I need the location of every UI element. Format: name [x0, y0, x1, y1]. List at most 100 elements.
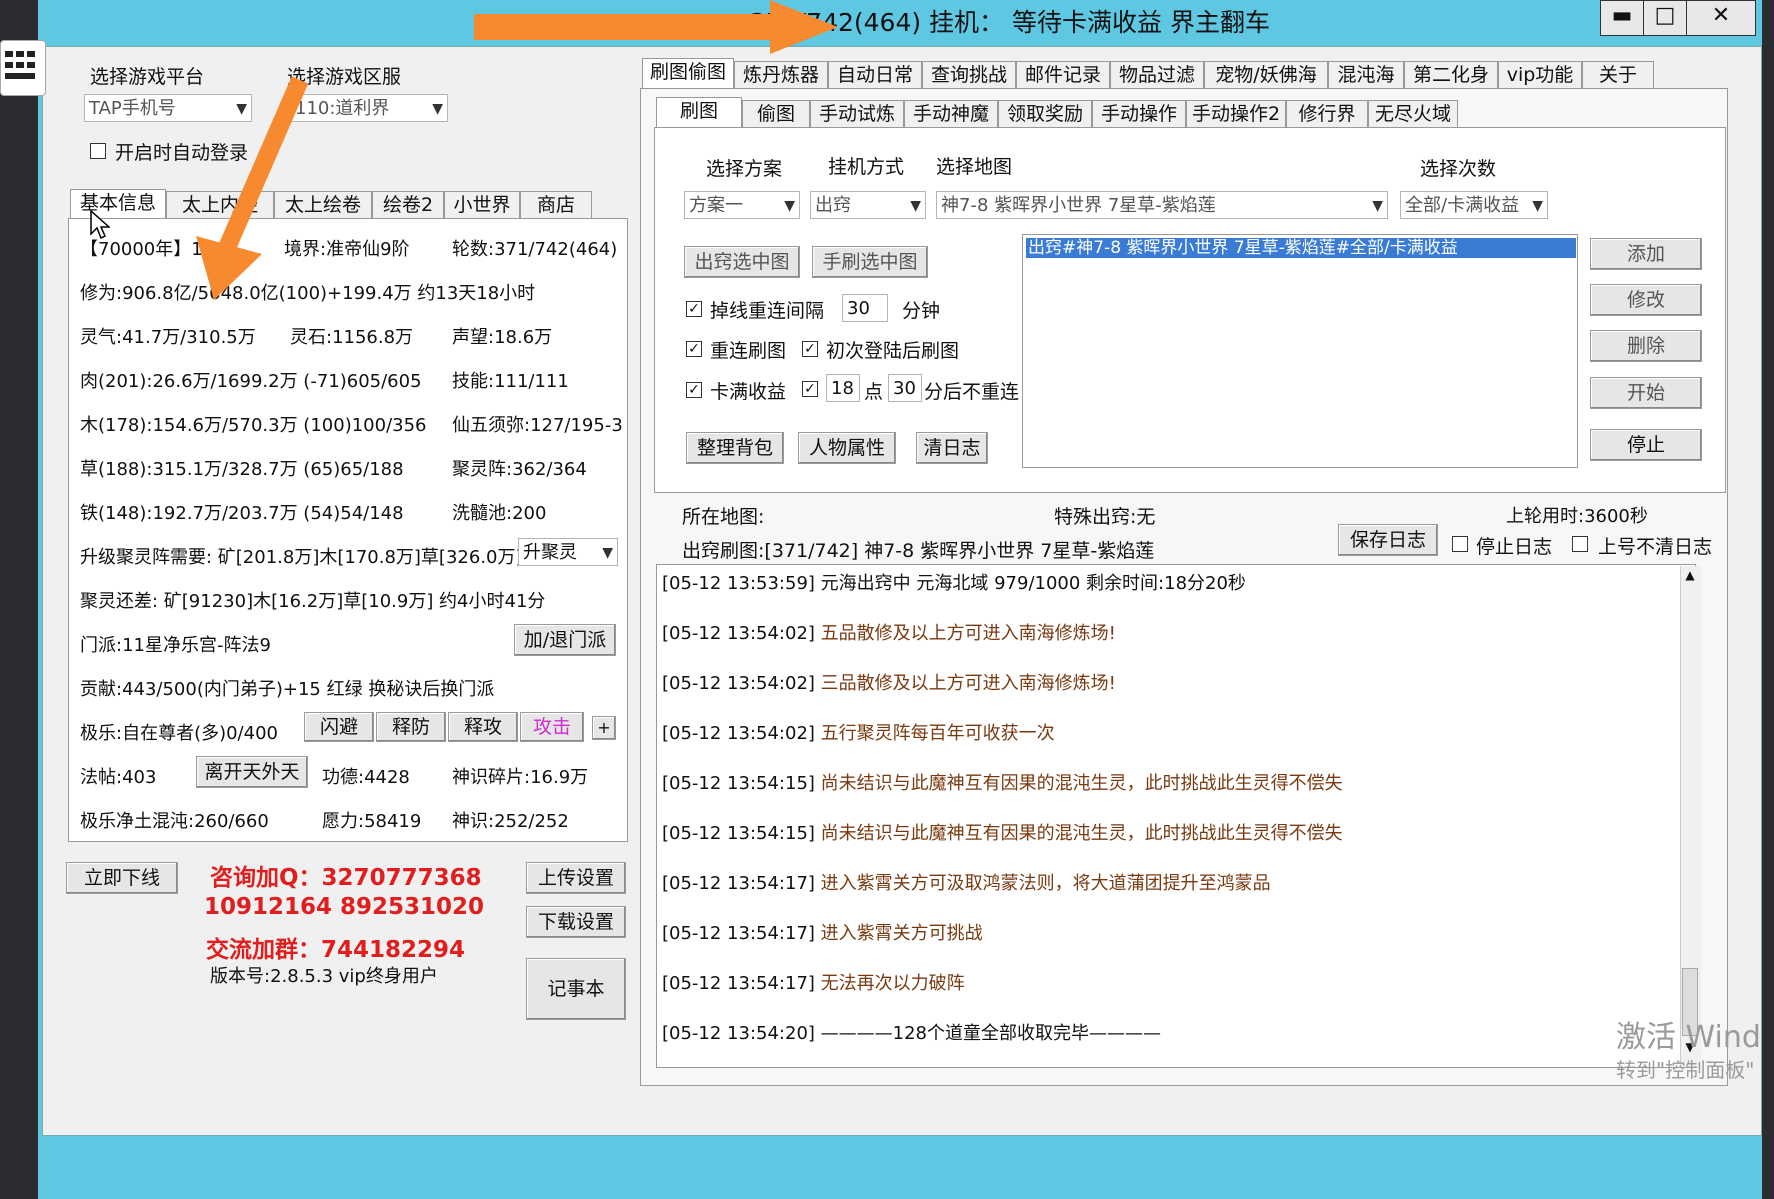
server-select[interactable]: 110:道利界 ▼	[290, 94, 448, 122]
plan-list-item[interactable]: 出窍#神7-8 紫晖界小世界 7星草-紫焰莲#全部/卡满收益	[1026, 238, 1576, 258]
download-settings-button[interactable]: 下载设置	[526, 906, 626, 938]
start-button[interactable]: 开始	[1590, 377, 1702, 409]
go-selected-map-button[interactable]: 出窍选中图	[684, 246, 800, 278]
subtab-manual-op[interactable]: 手动操作	[1092, 100, 1186, 128]
tab-refresh-steal[interactable]: 刷图偷图	[642, 58, 734, 89]
mode-select[interactable]: 出窍 ▼	[810, 191, 926, 219]
modify-button[interactable]: 修改	[1590, 284, 1702, 316]
tab-vip[interactable]: vip功能	[1498, 61, 1582, 89]
tab-huijuan-2[interactable]: 绘卷2	[372, 191, 444, 219]
tab-basic-info[interactable]: 基本信息	[70, 189, 166, 220]
keyboard-icon[interactable]	[0, 40, 46, 96]
tab-chaos-sea[interactable]: 混沌海	[1328, 61, 1404, 89]
map-select-value: 神7-8 紫晖界小世界 7星草-紫焰莲	[941, 195, 1216, 216]
plan-label: 选择方案	[706, 158, 783, 180]
last-round-label: 上轮用时:3600秒	[1506, 506, 1648, 527]
count-label: 选择次数	[1420, 158, 1497, 180]
minimize-button[interactable]: ▬	[1600, 0, 1644, 36]
leave-tianwaitian-button[interactable]: 离开天外天	[196, 756, 308, 788]
tab-query-challenge[interactable]: 查询挑战	[922, 61, 1016, 89]
log-row: [05-12 13:54:17] 进入紫霄关方可汲取鸿蒙法则，将大道蒲团提升至鸿…	[662, 869, 1271, 895]
tab-shop[interactable]: 商店	[520, 191, 592, 219]
tab-mail-record[interactable]: 邮件记录	[1016, 61, 1110, 89]
subtab-manual-op2[interactable]: 手动操作2	[1186, 100, 1286, 128]
plan-select[interactable]: 方案一 ▼	[684, 191, 800, 219]
skill-text: 技能:111/111	[452, 371, 569, 392]
count-select[interactable]: 全部/卡满收益 ▼	[1400, 191, 1548, 219]
subtab-refresh[interactable]: 刷图	[656, 97, 742, 128]
reconnect-minutes-input[interactable]: 30	[842, 294, 888, 322]
manual-selected-map-button[interactable]: 手刷选中图	[812, 246, 928, 278]
save-log-button[interactable]: 保存日志	[1338, 524, 1438, 556]
subtab-xiuxing[interactable]: 修行界	[1286, 100, 1368, 128]
maximize-button[interactable]: □	[1643, 0, 1687, 36]
sect-button[interactable]: 加/退门派	[514, 624, 616, 656]
map-select[interactable]: 神7-8 紫晖界小世界 7星草-紫焰莲 ▼	[936, 191, 1388, 219]
mouse-cursor-icon	[90, 210, 110, 240]
tab-pet[interactable]: 宠物/妖佛海	[1204, 61, 1328, 89]
lingqi-text: 灵气:41.7万/310.5万	[80, 327, 256, 348]
log-row: [05-12 13:54:02] 五行聚灵阵每百年可收获一次	[662, 719, 1055, 745]
sort-bag-button[interactable]: 整理背包	[686, 432, 784, 464]
subtab-manual-demon[interactable]: 手动神魔	[904, 100, 998, 128]
release-defense-button[interactable]: 释防	[376, 712, 446, 742]
iron-text: 铁(148):192.7万/203.7万 (54)54/148	[80, 503, 404, 524]
tab-auto-daily[interactable]: 自动日常	[828, 61, 922, 89]
sect-text: 门派:11星净乐宫-阵法9	[80, 635, 271, 656]
stop-button[interactable]: 停止	[1590, 429, 1702, 461]
reconnect-refresh-label: 重连刷图	[710, 340, 787, 362]
xisuichi-text: 洗髓池:200	[452, 503, 547, 524]
platform-select-value: TAP手机号	[89, 98, 176, 119]
tab-small-world[interactable]: 小世界	[444, 191, 520, 219]
chevron-down-icon: ▼	[1372, 198, 1383, 214]
attack-button[interactable]: 攻击	[520, 712, 584, 742]
log-row: [05-12 13:54:15] 尚未结识与此魔神互有因果的混沌生灵，此时挑战此…	[662, 819, 1343, 845]
dodge-button[interactable]: 闪避	[304, 712, 374, 742]
char-attr-button[interactable]: 人物属性	[798, 432, 896, 464]
subtab-steal[interactable]: 偷图	[742, 100, 810, 128]
auto-login-checkbox[interactable]	[90, 143, 106, 159]
shenshi-text: 神识:252/252	[452, 811, 569, 832]
platform-select[interactable]: TAP手机号 ▼	[84, 94, 252, 122]
mode-select-value: 出窍	[815, 195, 851, 216]
subtab-endless-fire[interactable]: 无尽火域	[1368, 100, 1458, 128]
plan-list[interactable]	[1022, 234, 1578, 468]
add-button[interactable]: 添加	[1590, 238, 1702, 270]
tab-taishang-huijuan[interactable]: 太上绘卷	[274, 191, 372, 219]
clear-log-button[interactable]: 清日志	[916, 432, 988, 464]
fame-text: 声望:18.6万	[452, 327, 553, 348]
stop-log-checkbox[interactable]	[1452, 536, 1468, 552]
upgrade-select[interactable]: 升聚灵 ▼	[518, 538, 618, 566]
chevron-down-icon: ▼	[784, 198, 795, 214]
no-clear-log-checkbox[interactable]	[1572, 536, 1588, 552]
card-full-checkbox[interactable]: ✓	[686, 382, 702, 398]
offline-button[interactable]: 立即下线	[66, 862, 178, 894]
tab-about[interactable]: 关于	[1582, 61, 1654, 89]
tab-alchemy[interactable]: 炼丹炼器	[734, 61, 828, 89]
upload-settings-button[interactable]: 上传设置	[526, 862, 626, 894]
first-login-refresh-checkbox[interactable]: ✓	[802, 341, 818, 357]
log-message: 尚未结识与此魔神互有因果的混沌生灵，此时挑战此生灵得不偿失	[820, 773, 1343, 794]
subtab-manual-trial[interactable]: 手动试炼	[810, 100, 904, 128]
tab-item-filter[interactable]: 物品过滤	[1110, 61, 1204, 89]
notebook-button[interactable]: 记事本	[526, 958, 626, 1020]
no-reconnect-checkbox[interactable]: ✓	[802, 381, 818, 397]
hour-input[interactable]: 18	[826, 374, 860, 402]
close-button[interactable]: ✕	[1686, 0, 1756, 36]
chevron-down-icon: ▼	[432, 101, 443, 117]
contact-qq-2: 10912164 892531020	[204, 894, 485, 920]
minute-input[interactable]: 30	[888, 374, 922, 402]
log-message: 元海出窍中 元海北域 979/1000 剩余时间:18分20秒	[820, 573, 1246, 594]
tab-taishang-neijing[interactable]: 太上内经	[166, 191, 274, 219]
plus-button[interactable]: +	[592, 716, 616, 740]
reconnect-refresh-checkbox[interactable]: ✓	[686, 341, 702, 357]
release-attack-button[interactable]: 释攻	[448, 712, 518, 742]
subtab-claim-reward[interactable]: 领取奖励	[998, 100, 1092, 128]
log-row: [05-12 13:54:15] 尚未结识与此魔神互有因果的混沌生灵，此时挑战此…	[662, 769, 1343, 795]
delete-button[interactable]: 删除	[1590, 330, 1702, 362]
tab-second-avatar[interactable]: 第二化身	[1404, 61, 1498, 89]
activation-watermark: 激活 Wind	[1616, 1020, 1761, 1055]
reconnect-checkbox[interactable]: ✓	[686, 301, 702, 317]
log-timestamp: [05-12 13:54:02]	[662, 623, 815, 644]
scroll-up-icon[interactable]: ▲	[1682, 568, 1698, 586]
